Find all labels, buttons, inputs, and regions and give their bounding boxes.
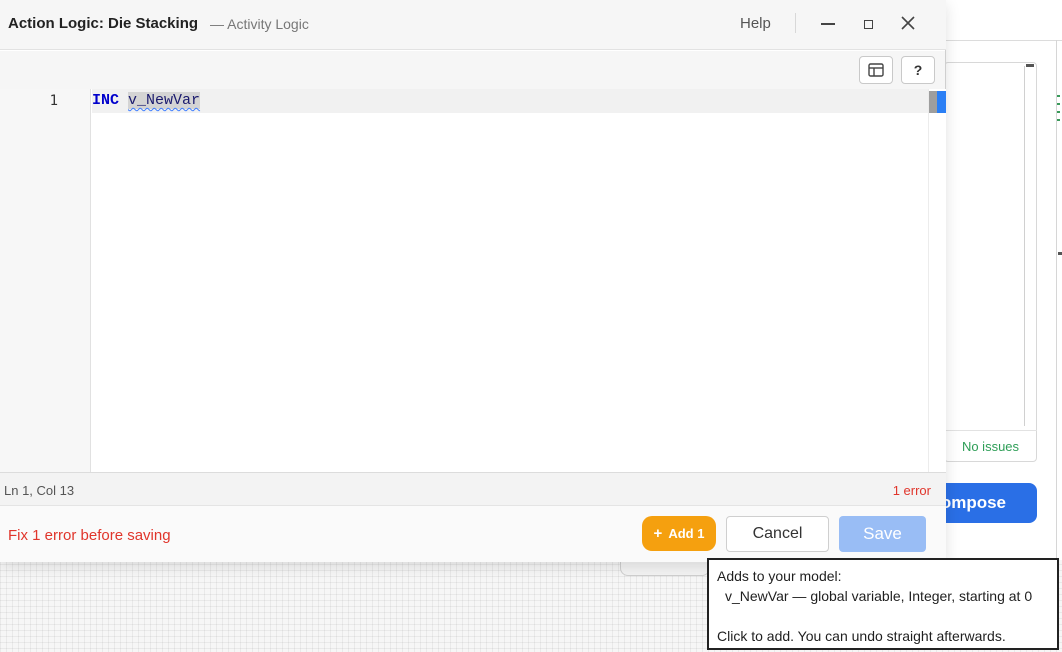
background-marker (1058, 252, 1062, 255)
line-gutter: 1 (0, 89, 91, 472)
error-count[interactable]: 1 error (893, 483, 931, 498)
background-pill (620, 562, 710, 576)
background-scroll-cap (1026, 64, 1034, 67)
add-variable-label: Add 1 (668, 526, 705, 541)
scrollbar-error-marker (937, 91, 946, 113)
code-keyword: INC (92, 92, 120, 109)
tooltip-hint: Click to add. You can undo straight afte… (717, 628, 1006, 644)
minimize-icon (821, 22, 835, 25)
layout-toggle-button[interactable] (859, 56, 893, 84)
cursor-position: Ln 1, Col 13 (4, 483, 75, 498)
background-scrollbar[interactable] (1024, 66, 1025, 426)
scrollbar-thumb[interactable] (929, 91, 937, 113)
layout-icon (868, 63, 884, 77)
add-variable-tooltip: Adds to your model: v_NewVar — global va… (707, 558, 1059, 650)
editor-help-button[interactable]: ? (901, 56, 935, 84)
code-variable-error[interactable]: v_NewVar (128, 92, 201, 109)
dialog-titlebar: Action Logic: Die Stacking — Activity Lo… (0, 0, 946, 50)
tooltip-variable-detail: v_NewVar — global variable, Integer, sta… (725, 588, 1033, 604)
tooltip-heading: Adds to your model: (717, 568, 842, 584)
close-icon (901, 16, 915, 30)
close-button[interactable] (895, 11, 921, 35)
background-status-text: No issues (944, 430, 1037, 462)
current-line-highlight (92, 89, 928, 113)
dialog-subtitle: — Activity Logic (210, 16, 309, 32)
action-logic-dialog: Action Logic: Die Stacking — Activity Lo… (0, 0, 946, 562)
tooltip-spacer (717, 606, 1049, 626)
validation-message: Fix 1 error before saving (8, 527, 171, 544)
editor-toolbar: ? (0, 51, 945, 89)
line-number: 1 (49, 93, 58, 109)
maximize-icon (863, 19, 873, 29)
titlebar-separator (795, 13, 796, 33)
save-button[interactable]: Save (839, 516, 926, 552)
dialog-footer: Fix 1 error before saving + Add 1 Cancel… (0, 506, 946, 562)
editor-scrollbar[interactable] (928, 89, 946, 472)
background-divider (940, 40, 1062, 41)
minimize-button[interactable] (815, 11, 841, 35)
add-variable-button[interactable]: + Add 1 (642, 516, 716, 551)
code-editor[interactable]: 1 INC v_NewVar (0, 89, 946, 472)
dialog-title: Action Logic: Die Stacking (8, 15, 199, 32)
help-button[interactable]: Help (740, 15, 771, 32)
editor-statusbar: Ln 1, Col 13 1 error (0, 472, 946, 506)
background-markers (1057, 95, 1062, 125)
code-line[interactable]: INC v_NewVar (92, 92, 201, 109)
plus-icon: + (653, 525, 663, 542)
maximize-button[interactable] (855, 11, 881, 35)
cancel-button[interactable]: Cancel (726, 516, 829, 552)
